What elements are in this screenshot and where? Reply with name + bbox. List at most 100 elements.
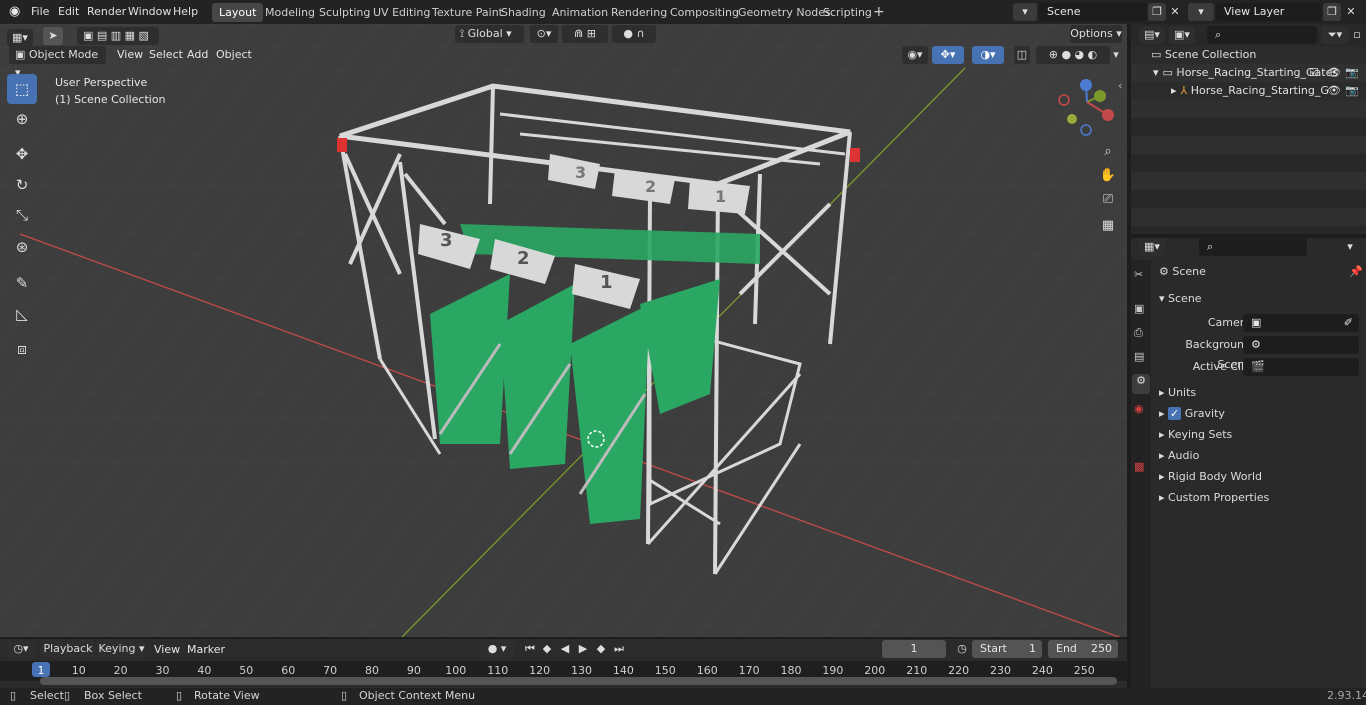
- record-icon[interactable]: ● ▾: [480, 640, 514, 658]
- tree-row-object[interactable]: ▸ ⅄ Horse_Racing_Starting_G 👁 📷: [1131, 82, 1366, 100]
- menu-file[interactable]: File: [31, 4, 49, 20]
- overlay-toggle-icon[interactable]: ◑▾: [972, 46, 1004, 64]
- pin-icon[interactable]: 📌: [1349, 265, 1363, 278]
- viewport-menu-select[interactable]: Select: [149, 48, 183, 61]
- preview-range-icon[interactable]: ◷: [954, 640, 970, 658]
- outliner-editor-type-icon[interactable]: ▤▾: [1139, 26, 1165, 44]
- annotate-tool-icon[interactable]: ✎: [7, 268, 37, 298]
- checkbox-icon[interactable]: ☑: [1309, 64, 1319, 82]
- tree-row-collection[interactable]: ▾ ▭ Horse_Racing_Starting_Gates ☑ 👁 📷: [1131, 64, 1366, 82]
- add-cube-tool-icon[interactable]: ⧈: [7, 334, 37, 364]
- menu-edit[interactable]: Edit: [58, 4, 79, 20]
- scale-tool-icon[interactable]: ⤡: [7, 200, 37, 230]
- scene-browse-icon[interactable]: ▾: [1013, 3, 1037, 21]
- render-tab-icon[interactable]: ▣: [1134, 302, 1144, 315]
- move-tool-icon[interactable]: ✥: [7, 139, 37, 169]
- add-workspace-button[interactable]: +: [866, 3, 892, 22]
- object-mode-dropdown[interactable]: ▣ Object Mode ▾: [9, 46, 106, 79]
- xray-icon[interactable]: ◫: [1014, 46, 1030, 64]
- camera-icon[interactable]: 📷: [1345, 64, 1359, 82]
- display-mode-icon[interactable]: ▣▾: [1169, 26, 1195, 44]
- next-keyframe-icon[interactable]: ◆: [593, 640, 609, 658]
- gizmo-x-icon[interactable]: [1102, 109, 1114, 121]
- expand-collapse-icon[interactable]: ▸: [1171, 84, 1177, 97]
- units-panel[interactable]: ▸ Units: [1159, 383, 1361, 403]
- transform-orientation-dropdown[interactable]: ⟟ Global ▾: [455, 25, 524, 43]
- output-tab-icon[interactable]: ⎙: [1134, 326, 1143, 340]
- gizmo-y-icon[interactable]: [1094, 90, 1106, 102]
- scene-close-icon[interactable]: ✕: [1167, 3, 1183, 21]
- eyedropper-icon[interactable]: ✐: [1344, 314, 1353, 332]
- transform-tool-icon[interactable]: ⊛: [7, 232, 37, 262]
- 3d-viewport[interactable]: 3 2 1 3 2 1 ▦▾ ➤ ▣ ▤ ▥ ▦ ▧ ▣ Object Mode…: [0, 24, 1127, 637]
- sidebar-toggle-icon[interactable]: ‹: [1118, 79, 1122, 92]
- select-tool-icon[interactable]: ➤: [43, 27, 63, 45]
- world-tab-icon[interactable]: ◉: [1134, 402, 1144, 415]
- tab-layout[interactable]: Layout: [212, 3, 264, 22]
- custom-properties-panel[interactable]: ▸ Custom Properties: [1159, 488, 1361, 508]
- viewport-menu-add[interactable]: Add: [187, 48, 208, 61]
- current-frame-field[interactable]: 1: [882, 640, 946, 658]
- measure-tool-icon[interactable]: ◺: [7, 299, 37, 329]
- selection-mode-icons[interactable]: ▣ ▤ ▥ ▦ ▧: [77, 27, 159, 45]
- playback-menu[interactable]: Playback ▾: [41, 640, 95, 673]
- editor-type-icon[interactable]: ▦▾: [7, 29, 33, 47]
- outliner-search-input[interactable]: ⌕: [1207, 26, 1317, 44]
- properties-options-icon[interactable]: ▾: [1341, 238, 1359, 256]
- options-dropdown[interactable]: Options ▾: [1070, 25, 1122, 43]
- view-layer-tab-icon[interactable]: ▤: [1134, 350, 1144, 363]
- rigid-body-world-panel[interactable]: ▸ Rigid Body World: [1159, 467, 1361, 487]
- background-scene-field[interactable]: ⚙: [1243, 336, 1359, 354]
- shading-options-icon[interactable]: ▾: [1110, 46, 1122, 64]
- zoom-icon[interactable]: ⌕: [1097, 141, 1119, 163]
- view-layer-field[interactable]: View Layer: [1216, 3, 1322, 21]
- viewport-menu-view[interactable]: View: [117, 48, 143, 61]
- camera-icon[interactable]: 📷: [1345, 82, 1359, 100]
- timeline-editor-type-icon[interactable]: ◷▾: [7, 640, 35, 658]
- visibility-icon[interactable]: ◉▾: [902, 46, 928, 64]
- eye-icon[interactable]: 👁: [1327, 82, 1341, 100]
- active-clip-field[interactable]: 🎬: [1243, 358, 1359, 376]
- new-collection-icon[interactable]: ▫: [1351, 26, 1363, 44]
- timeline-scrollbar[interactable]: [40, 677, 1117, 685]
- cursor-tool-icon[interactable]: ⊕: [7, 104, 37, 134]
- start-frame-field[interactable]: Start 1: [972, 640, 1042, 658]
- scene-name-field[interactable]: Scene: [1039, 3, 1147, 21]
- properties-editor-type-icon[interactable]: ▦▾: [1139, 238, 1165, 256]
- viewport-menu-object[interactable]: Object: [216, 48, 252, 61]
- proportional-edit-icon[interactable]: ● ∩: [612, 25, 656, 43]
- eye-icon[interactable]: 👁: [1327, 64, 1341, 82]
- filter-icon[interactable]: ⏷▾: [1321, 26, 1349, 44]
- tool-tab-icon[interactable]: ✂: [1134, 268, 1143, 281]
- snap-icon[interactable]: ⋒ ⊞: [562, 25, 608, 43]
- gravity-checkbox[interactable]: ✓: [1168, 407, 1182, 420]
- shading-mode-icons[interactable]: ⊕ ● ◕ ◐: [1036, 46, 1110, 64]
- scene-tab-icon[interactable]: ⚙: [1132, 374, 1150, 394]
- jump-end-icon[interactable]: ⏭: [611, 640, 627, 658]
- camera-field[interactable]: ▣ ✐: [1243, 314, 1359, 332]
- view-layer-new-icon[interactable]: ❐: [1323, 3, 1341, 21]
- timeline-menu-view[interactable]: View: [154, 643, 180, 656]
- play-reverse-icon[interactable]: ◀: [557, 640, 573, 658]
- gravity-panel[interactable]: ▸ ✓ Gravity: [1159, 404, 1361, 424]
- audio-panel[interactable]: ▸ Audio: [1159, 446, 1361, 466]
- gizmo-toggle-icon[interactable]: ✥▾: [932, 46, 964, 64]
- menu-help[interactable]: Help: [173, 4, 198, 20]
- view-layer-browse-icon[interactable]: ▾: [1188, 3, 1214, 21]
- properties-search-input[interactable]: ⌕: [1199, 238, 1307, 256]
- scene-new-icon[interactable]: ❐: [1148, 3, 1166, 21]
- end-frame-field[interactable]: End 250: [1048, 640, 1118, 658]
- expand-collapse-icon[interactable]: ▾: [1153, 66, 1159, 79]
- menu-render[interactable]: Render: [87, 4, 126, 20]
- tree-row-scene-collection[interactable]: ▭ Scene Collection: [1131, 46, 1366, 64]
- pivot-point-icon[interactable]: ⊙▾: [530, 25, 558, 43]
- select-box-tool-icon[interactable]: ⬚: [7, 74, 37, 104]
- prev-keyframe-icon[interactable]: ◆: [539, 640, 555, 658]
- scene-panel-header[interactable]: ▾ Scene: [1159, 289, 1361, 309]
- menu-window[interactable]: Window: [128, 4, 171, 20]
- ortho-grid-icon[interactable]: ▦: [1097, 215, 1119, 237]
- texture-tab-icon[interactable]: ▩: [1134, 460, 1144, 473]
- gizmo-z-icon[interactable]: [1080, 79, 1092, 91]
- keying-menu[interactable]: Keying ▾: [98, 640, 145, 658]
- tab-shading[interactable]: Shading: [494, 3, 553, 22]
